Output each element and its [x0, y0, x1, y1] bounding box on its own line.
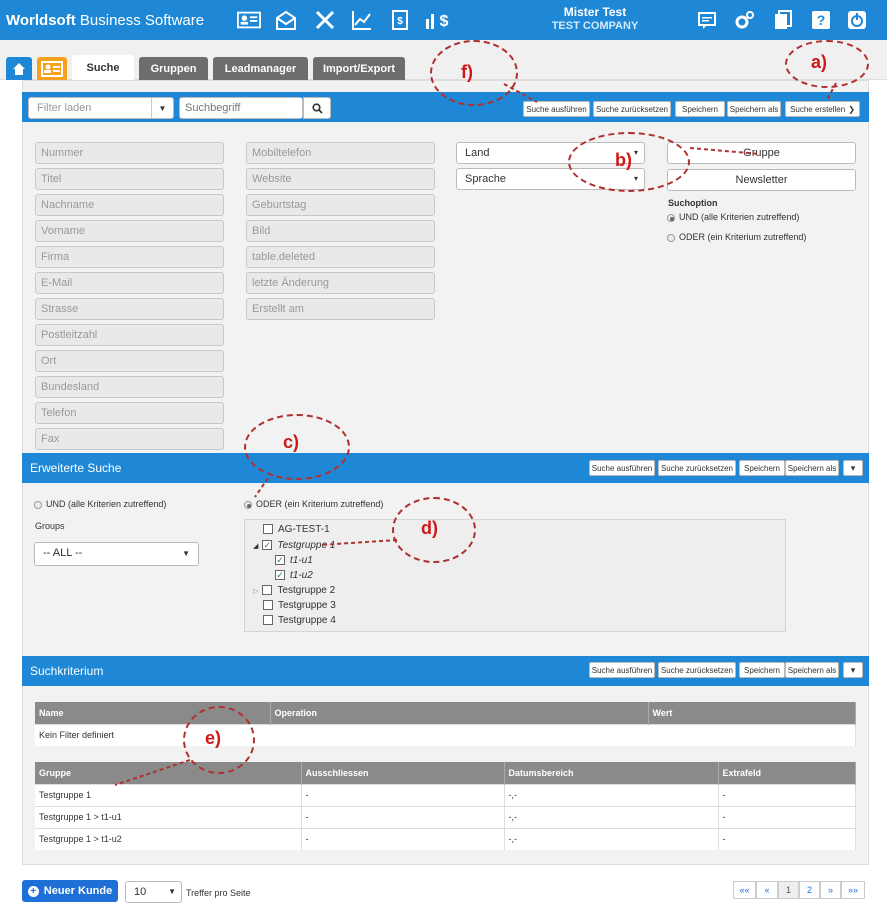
annotation-b-label: b) [615, 150, 632, 170]
annotation-f-ellipse [430, 40, 518, 106]
field-left-4[interactable]: Firma [35, 246, 224, 268]
annotation-c-label: c) [283, 432, 300, 452]
field-mid-4[interactable]: table.deleted [246, 246, 435, 268]
field-left-8[interactable]: Ort [35, 350, 224, 372]
field-left-9[interactable]: Bundesland [35, 376, 224, 398]
field-mid-6[interactable]: Erstellt am [246, 298, 435, 320]
field-mid-3[interactable]: Bild [246, 220, 435, 242]
field-mid-5[interactable]: letzte Änderung [246, 272, 435, 294]
field-left-5[interactable]: E-Mail [35, 272, 224, 294]
field-left-6[interactable]: Strasse [35, 298, 224, 320]
annotation-f-label: f) [461, 62, 473, 82]
field-left-1[interactable]: Titel [35, 168, 224, 190]
field-left-3[interactable]: Vorname [35, 220, 224, 242]
field-mid-0[interactable]: Mobiltelefon [246, 142, 435, 164]
annotation-e-label: e) [205, 728, 222, 748]
annotation-d-label: d) [421, 518, 438, 538]
field-mid-1[interactable]: Website [246, 168, 435, 190]
field-left-7[interactable]: Postleitzahl [35, 324, 224, 346]
field-left-10[interactable]: Telefon [35, 402, 224, 424]
field-mid-2[interactable]: Geburtstag [246, 194, 435, 216]
field-left-2[interactable]: Nachname [35, 194, 224, 216]
field-left-0[interactable]: Nummer [35, 142, 224, 164]
annotation-a-label: a) [811, 52, 828, 72]
field-left-11[interactable]: Fax [35, 428, 224, 450]
annotation-lines [114, 82, 837, 786]
